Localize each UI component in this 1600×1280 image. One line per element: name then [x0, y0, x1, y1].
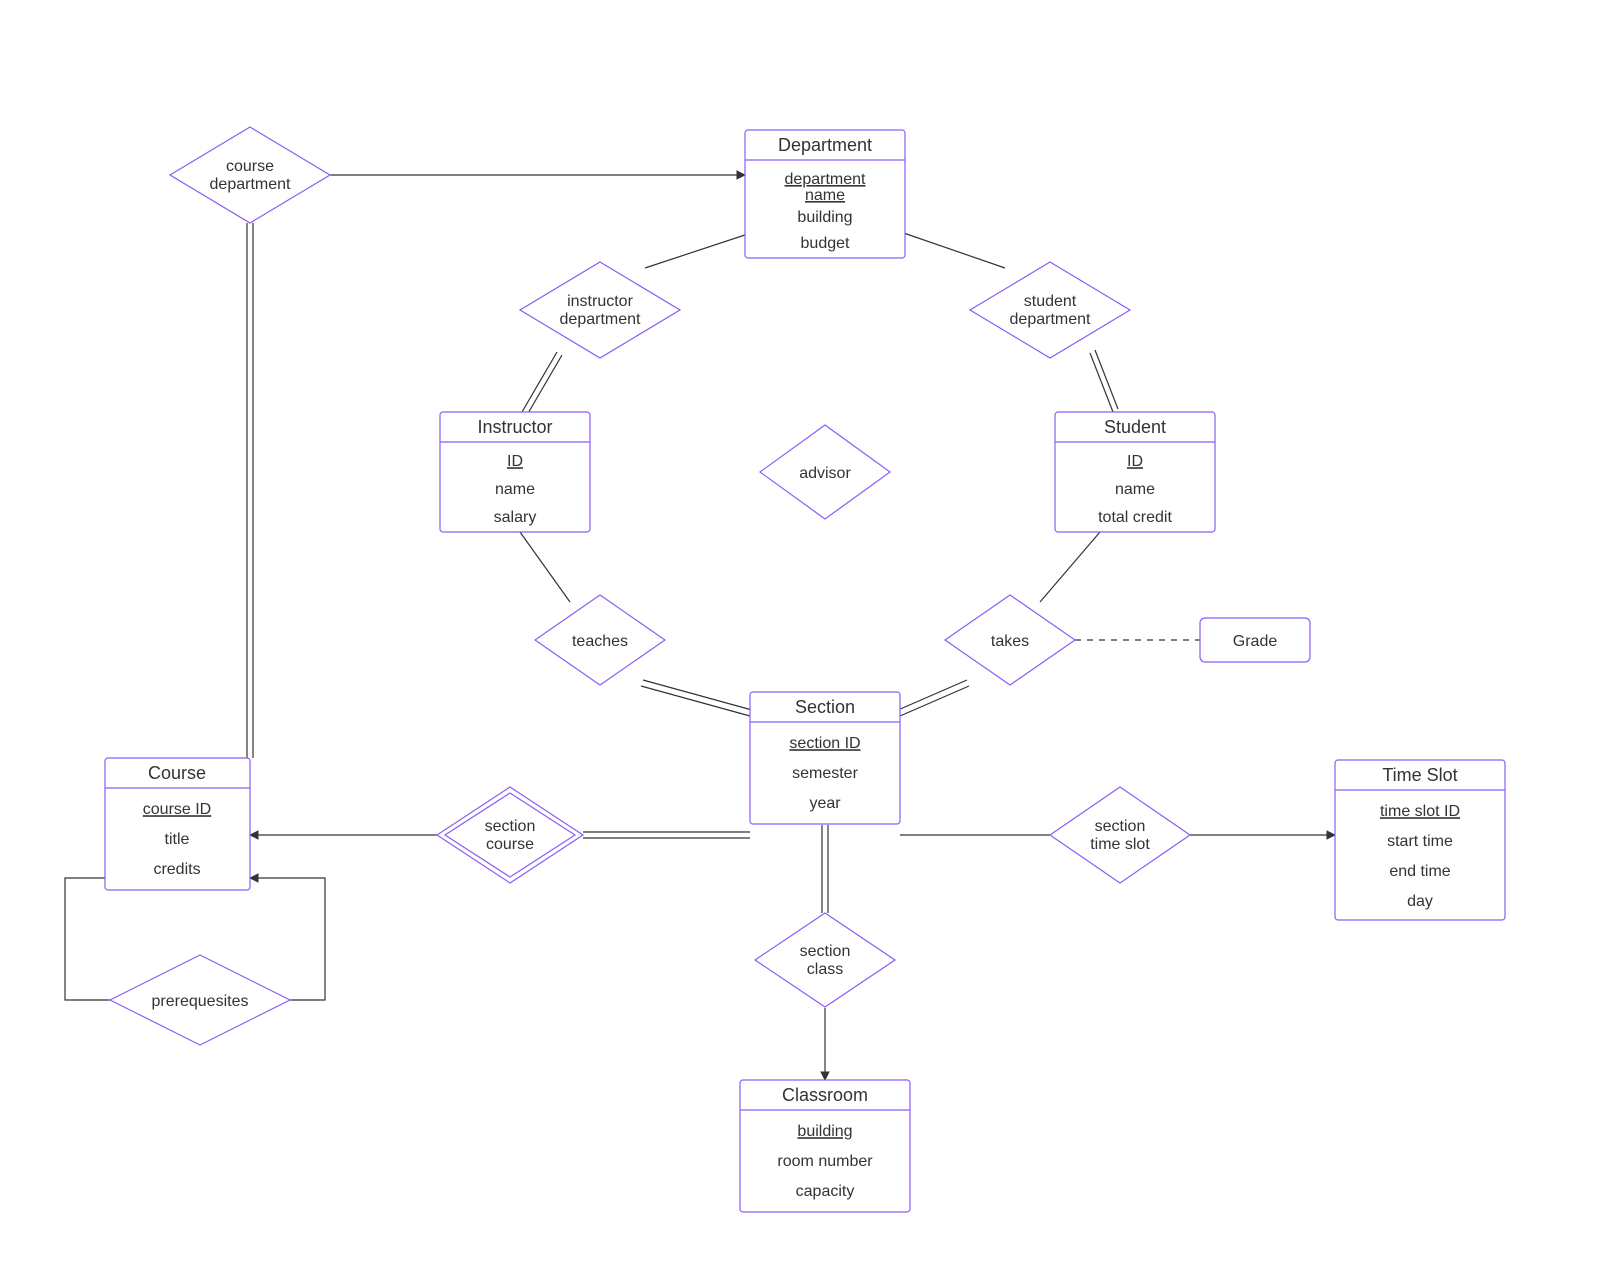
svg-text:student: student — [1024, 293, 1077, 310]
edge-takes-to-section — [898, 680, 969, 716]
svg-text:advisor: advisor — [799, 465, 851, 482]
svg-text:time slot: time slot — [1090, 836, 1150, 853]
svg-text:department: department — [1010, 311, 1091, 328]
svg-text:teaches: teaches — [572, 633, 628, 650]
entity-timeslot-attr1: end time — [1389, 863, 1450, 880]
entity-section-attr1: year — [809, 795, 841, 812]
edge-studdept-to-department — [895, 230, 1005, 268]
entity-section: Section section ID semester year — [750, 692, 900, 824]
entity-course-key: course ID — [143, 801, 211, 818]
entity-instructor-title: Instructor — [477, 417, 552, 437]
entity-instructor-attr1: salary — [494, 509, 537, 526]
edge-sectioncourse-to-section — [583, 832, 750, 838]
er-diagram: Department department name building budge… — [0, 0, 1600, 1280]
svg-text:instructor: instructor — [567, 293, 633, 310]
svg-text:Grade: Grade — [1233, 633, 1278, 650]
entity-timeslot-attr0: start time — [1387, 833, 1453, 850]
edge-studdept-to-student — [1090, 350, 1118, 412]
entity-timeslot-attr2: day — [1407, 893, 1433, 910]
rel-student-department: student department — [970, 262, 1130, 358]
assoc-grade: Grade — [1200, 618, 1310, 662]
svg-text:department: department — [560, 311, 641, 328]
entity-student-attr1: total credit — [1098, 509, 1172, 526]
entity-classroom: Classroom building room number capacity — [740, 1080, 910, 1212]
rel-takes: takes — [945, 595, 1075, 685]
entity-instructor: Instructor ID name salary — [440, 412, 590, 532]
entity-classroom-key: building — [797, 1123, 852, 1140]
svg-text:class: class — [807, 961, 843, 978]
entity-instructor-key: ID — [507, 453, 523, 470]
entity-student-title: Student — [1104, 417, 1166, 437]
edge-takes-to-student — [1040, 532, 1100, 602]
entity-department-attr1: budget — [801, 235, 850, 252]
edge-prereq-right — [250, 878, 325, 1000]
entity-instructor-attr0: name — [495, 481, 535, 498]
rel-prerequisites: prerequesites — [110, 955, 290, 1045]
rel-instructor-department: instructor department — [520, 262, 680, 358]
entity-classroom-attr0: room number — [777, 1153, 873, 1170]
svg-text:department: department — [210, 176, 291, 193]
svg-text:course: course — [226, 158, 274, 175]
rel-section-timeslot: section time slot — [1050, 787, 1190, 883]
entity-section-key: section ID — [789, 735, 860, 752]
edge-instdept-to-instructor — [522, 352, 562, 415]
entity-course-attr0: title — [165, 831, 190, 848]
rel-section-class: section class — [755, 913, 895, 1007]
entity-student-attr0: name — [1115, 481, 1155, 498]
entity-course-attr1: credits — [153, 861, 200, 878]
edge-prereq-left — [65, 878, 120, 1000]
entity-classroom-attr1: capacity — [796, 1183, 855, 1200]
entity-section-attr0: semester — [792, 765, 858, 782]
edge-instdept-to-department — [645, 230, 760, 268]
entity-course-title: Course — [148, 763, 206, 783]
edge-teaches-to-section — [641, 680, 752, 716]
edge-sectionclass-to-section — [822, 825, 828, 913]
entity-student-key: ID — [1127, 453, 1143, 470]
rel-teaches: teaches — [535, 595, 665, 685]
rel-section-course: section course — [437, 787, 583, 883]
svg-text:section: section — [800, 943, 851, 960]
entity-section-title: Section — [795, 697, 855, 717]
svg-text:course: course — [486, 836, 534, 853]
entity-student: Student ID name total credit — [1055, 412, 1215, 532]
rel-advisor: advisor — [760, 425, 890, 519]
entity-classroom-title: Classroom — [782, 1085, 868, 1105]
svg-text:prerequesites: prerequesites — [152, 993, 249, 1010]
svg-text:takes: takes — [991, 633, 1029, 650]
svg-text:section: section — [1095, 818, 1146, 835]
entity-timeslot-title: Time Slot — [1382, 765, 1457, 785]
edge-teaches-to-instructor — [520, 532, 570, 602]
edge-coursedept-to-course — [247, 223, 253, 758]
entity-timeslot: Time Slot time slot ID start time end ti… — [1335, 760, 1505, 920]
entity-department: Department departmentname building budge… — [745, 130, 905, 258]
svg-text:section: section — [485, 818, 536, 835]
entity-department-attr0: building — [797, 209, 852, 226]
rel-course-department: course department — [170, 127, 330, 223]
entity-timeslot-key: time slot ID — [1380, 803, 1460, 820]
entity-course: Course course ID title credits — [105, 758, 250, 890]
entity-department-title: Department — [778, 135, 872, 155]
